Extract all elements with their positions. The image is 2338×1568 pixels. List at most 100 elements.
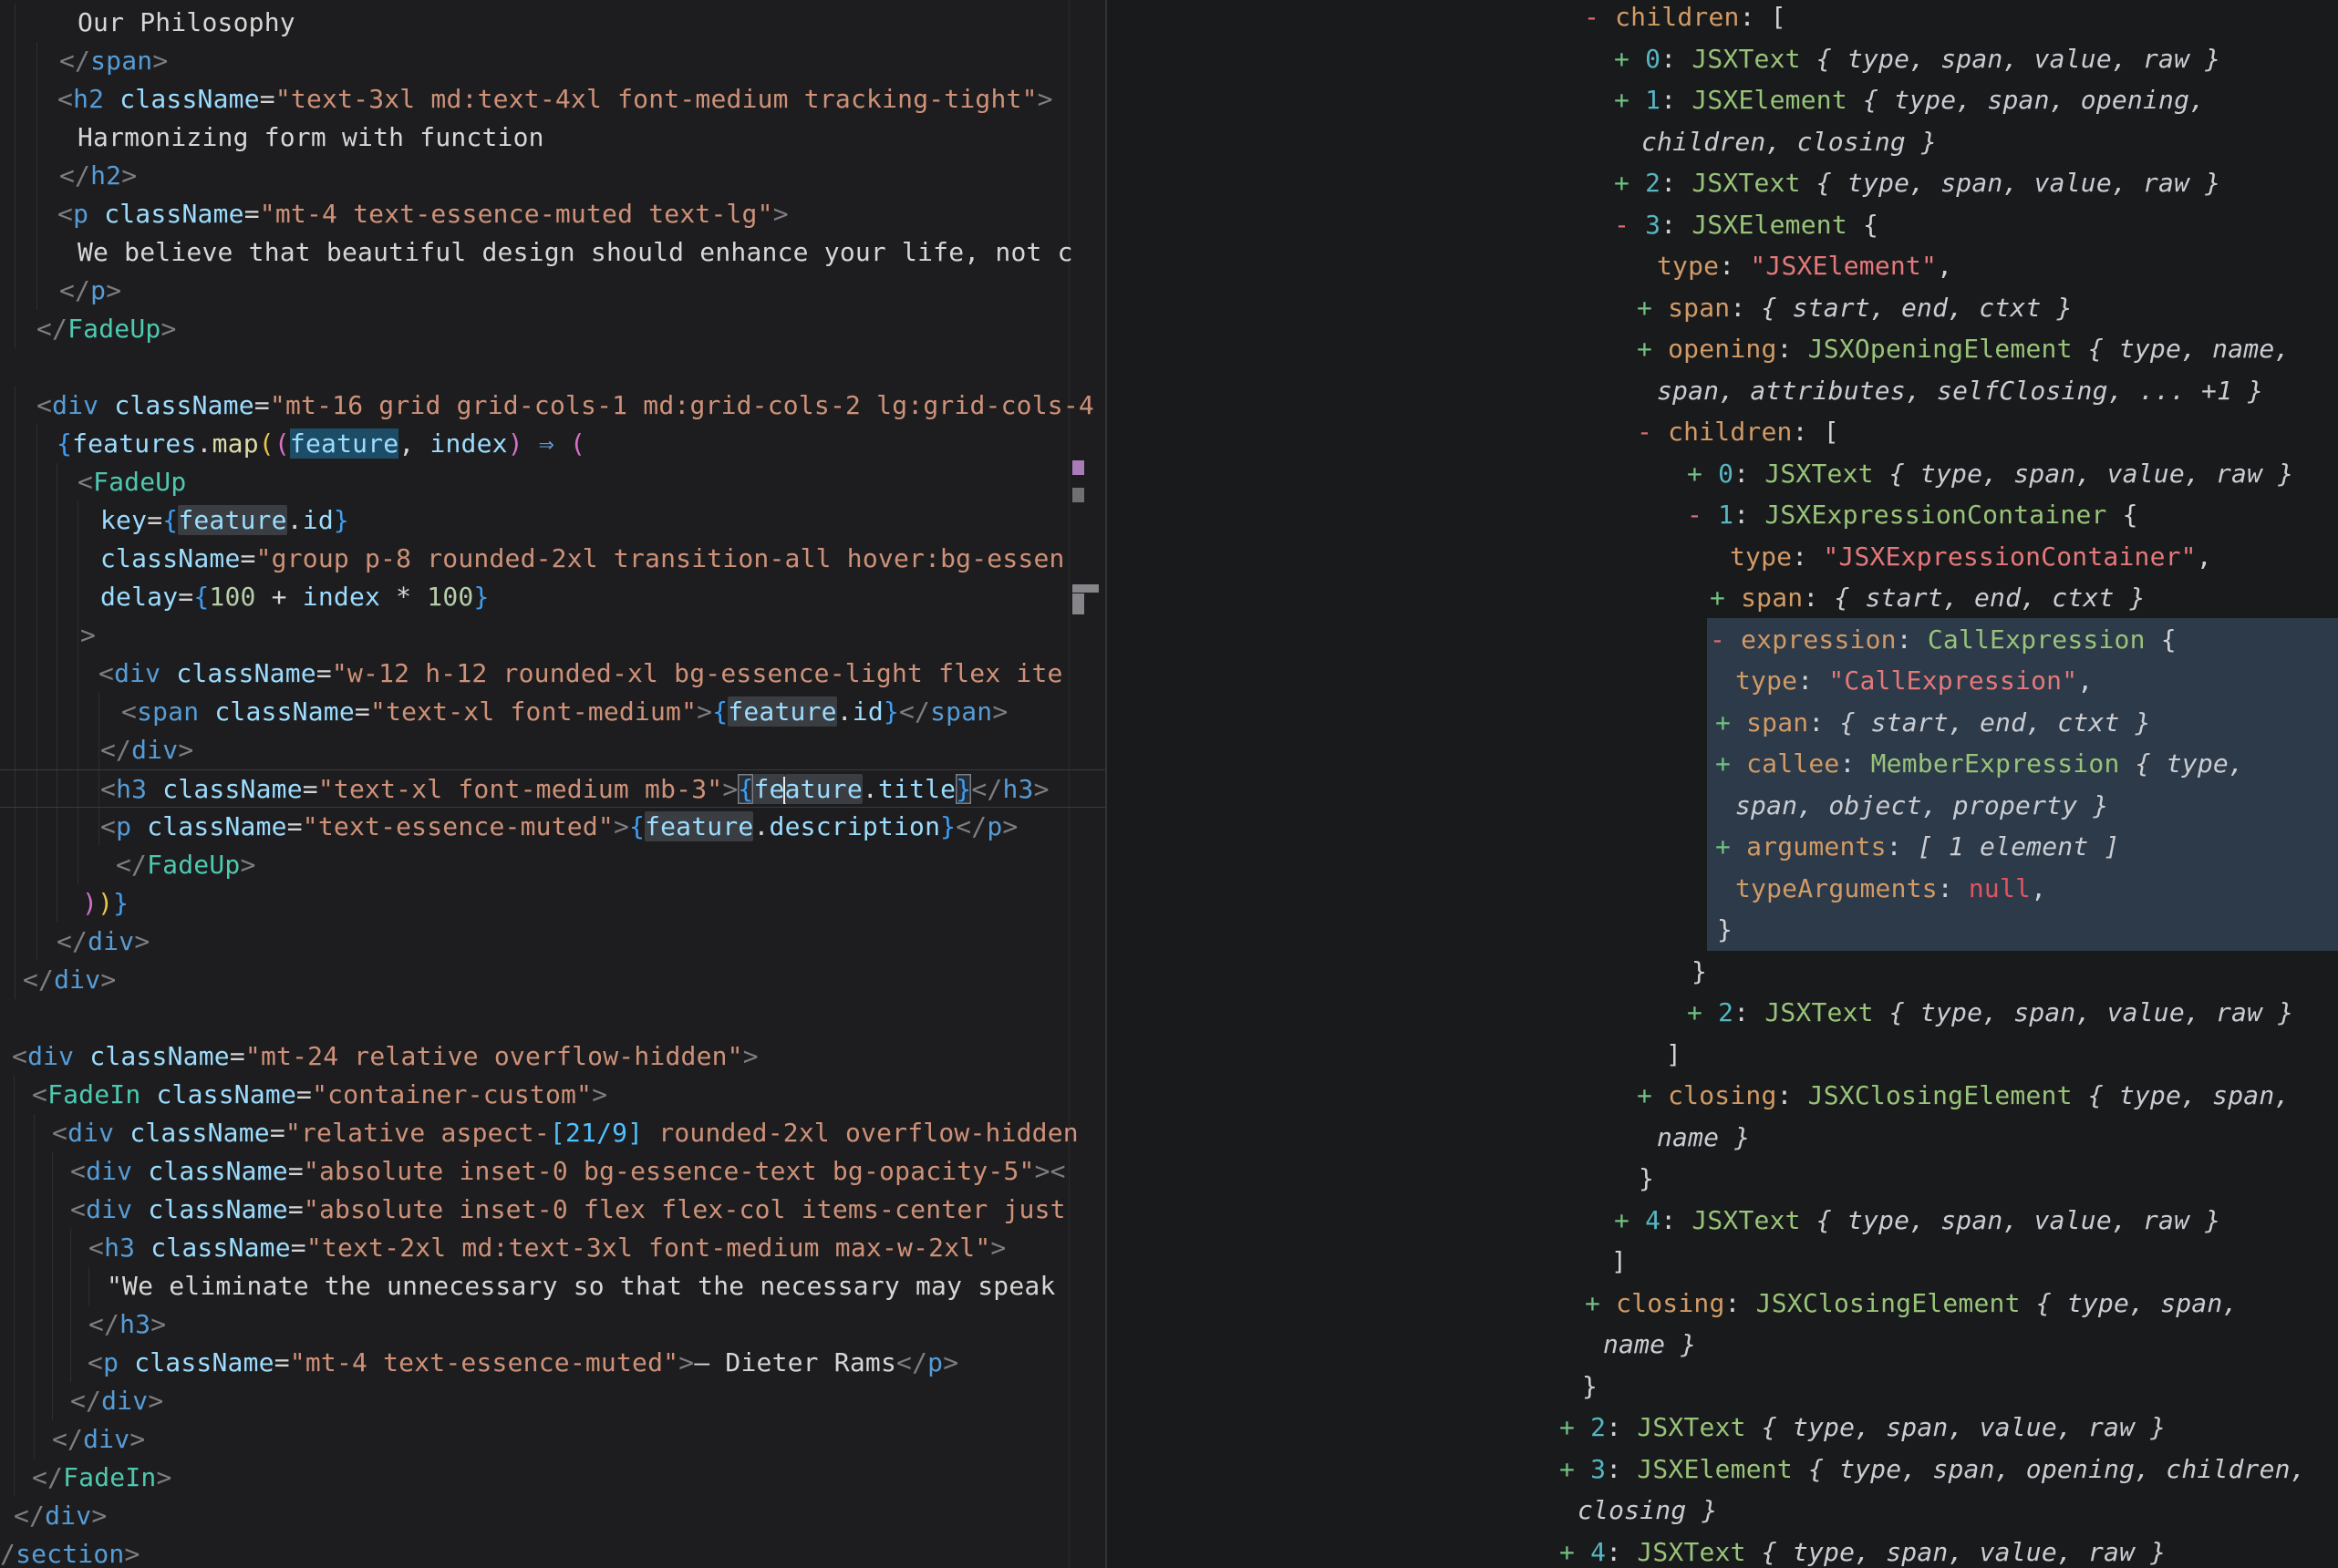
expand-node-icon[interactable]: + <box>1614 168 1645 198</box>
code-line[interactable]: <div className="mt-24 relative overflow-… <box>0 1037 1105 1076</box>
code-line[interactable]: <div className="absolute inset-0 flex fl… <box>0 1191 1105 1229</box>
scrollbar-decoration[interactable] <box>1072 460 1084 475</box>
ast-row[interactable]: + 0: JSXText { type, span, value, raw } <box>1107 38 2338 80</box>
ast-row[interactable]: + 4: JSXText { type, span, value, raw } <box>1107 1532 2338 1568</box>
code-line[interactable]: /section> <box>0 1535 1105 1568</box>
code-line[interactable]: Harmonizing form with function <box>0 119 1105 157</box>
code-line[interactable]: </FadeUp> <box>0 846 1105 884</box>
ast-row[interactable]: ] <box>1107 1241 2338 1283</box>
code-line[interactable]: <div className="absolute inset-0 bg-esse… <box>0 1152 1105 1191</box>
ast-row[interactable]: name } <box>1107 1117 2338 1159</box>
collapse-node-icon[interactable]: - <box>1710 624 1741 655</box>
expand-node-icon[interactable]: + <box>1715 748 1746 779</box>
expand-node-icon[interactable]: + <box>1687 459 1718 489</box>
code-line[interactable]: </span> <box>0 42 1105 80</box>
code-line[interactable]: <FadeIn className="container-custom"> <box>0 1076 1105 1114</box>
code-line[interactable]: </h3> <box>0 1305 1105 1344</box>
code-line[interactable]: </div> <box>0 923 1105 961</box>
ast-row[interactable]: - children: [ <box>1107 411 2338 453</box>
expand-node-icon[interactable]: + <box>1614 44 1645 74</box>
ast-row[interactable]: + callee: MemberExpression { type, <box>1107 743 2338 785</box>
expand-node-icon[interactable]: + <box>1614 1205 1645 1235</box>
ast-row[interactable]: typeArguments: null, <box>1107 868 2338 910</box>
expand-node-icon[interactable]: + <box>1715 831 1746 861</box>
ast-row[interactable]: + span: { start, end, ctxt } <box>1107 702 2338 744</box>
code-editor[interactable]: Our Philosophy</span><h2 className="text… <box>0 0 1105 1568</box>
scrollbar-decoration[interactable] <box>1072 584 1099 593</box>
ast-row[interactable]: children, closing } <box>1107 121 2338 163</box>
code-line[interactable]: <p className="mt-4 text-essence-muted">–… <box>0 1344 1105 1382</box>
ast-row[interactable]: ] <box>1107 1034 2338 1076</box>
ast-row[interactable]: + 0: JSXText { type, span, value, raw } <box>1107 453 2338 495</box>
ast-row[interactable]: - children: [ <box>1107 0 2338 38</box>
ast-row[interactable]: closing } <box>1107 1490 2338 1532</box>
scrollbar-decoration[interactable] <box>1072 488 1084 502</box>
ast-row[interactable]: + span: { start, end, ctxt } <box>1107 577 2338 619</box>
code-line-current[interactable]: <h3 className="text-xl font-medium mb-3"… <box>0 769 1105 808</box>
collapse-node-icon[interactable]: - <box>1584 2 1615 32</box>
code-line[interactable]: <div className="w-12 h-12 rounded-xl bg-… <box>0 655 1105 693</box>
ast-row[interactable]: + closing: JSXClosingElement { type, spa… <box>1107 1283 2338 1325</box>
ast-row[interactable]: + 4: JSXText { type, span, value, raw } <box>1107 1200 2338 1242</box>
ast-row[interactable]: } <box>1107 909 2338 951</box>
code-line[interactable]: <FadeUp <box>0 463 1105 501</box>
ast-row[interactable]: + 2: JSXText { type, span, value, raw } <box>1107 992 2338 1034</box>
code-line[interactable]: </div> <box>0 1420 1105 1459</box>
code-line[interactable]: We believe that beautiful design should … <box>0 233 1105 272</box>
code-line[interactable]: </FadeUp> <box>0 310 1105 348</box>
ast-row[interactable]: } <box>1107 1366 2338 1408</box>
ast-row[interactable]: + 1: JSXElement { type, span, opening, <box>1107 79 2338 121</box>
code-line[interactable]: Our Philosophy <box>0 4 1105 42</box>
ast-row[interactable]: + 3: JSXElement { type, span, opening, c… <box>1107 1449 2338 1491</box>
expand-node-icon[interactable]: + <box>1559 1537 1590 1567</box>
ast-row[interactable]: span, object, property } <box>1107 785 2338 827</box>
expand-node-icon[interactable]: + <box>1637 1080 1668 1110</box>
code-line[interactable]: </div> <box>0 961 1105 999</box>
code-line[interactable]: key={feature.id} <box>0 501 1105 540</box>
collapse-node-icon[interactable]: - <box>1687 500 1718 530</box>
code-line[interactable]: <p className="text-essence-muted">{featu… <box>0 808 1105 846</box>
ast-row[interactable]: + opening: JSXOpeningElement { type, nam… <box>1107 328 2338 370</box>
ast-row[interactable]: + span: { start, end, ctxt } <box>1107 287 2338 329</box>
panel-splitter[interactable] <box>1105 0 1107 1568</box>
ast-row[interactable]: type: "CallExpression", <box>1107 660 2338 702</box>
ast-row[interactable]: + 2: JSXText { type, span, value, raw } <box>1107 1407 2338 1449</box>
ast-row[interactable]: + closing: JSXClosingElement { type, spa… <box>1107 1075 2338 1117</box>
code-line[interactable]: > <box>0 616 1105 655</box>
ast-row[interactable]: type: "JSXExpressionContainer", <box>1107 536 2338 578</box>
ast-row[interactable]: - 1: JSXExpressionContainer { <box>1107 494 2338 536</box>
code-line[interactable]: </FadeIn> <box>0 1459 1105 1497</box>
code-line[interactable]: <h2 className="text-3xl md:text-4xl font… <box>0 80 1105 119</box>
code-line[interactable]: <p className="mt-4 text-essence-muted te… <box>0 195 1105 233</box>
ast-row[interactable]: type: "JSXElement", <box>1107 245 2338 287</box>
code-line[interactable]: <h3 className="text-2xl md:text-3xl font… <box>0 1229 1105 1267</box>
code-line[interactable]: </div> <box>0 1497 1105 1535</box>
ast-row[interactable]: span, attributes, selfClosing, ... +1 } <box>1107 370 2338 412</box>
ast-tree-panel[interactable]: - children: [+ 0: JSXText { type, span, … <box>1107 0 2338 1568</box>
ast-row[interactable]: name } <box>1107 1324 2338 1366</box>
expand-node-icon[interactable]: + <box>1715 707 1746 738</box>
code-line[interactable]: {features.map((feature, index) ⇒ ( <box>0 425 1105 463</box>
code-line[interactable]: delay={100 + index * 100} <box>0 578 1105 616</box>
expand-node-icon[interactable]: + <box>1687 997 1718 1027</box>
collapse-node-icon[interactable]: - <box>1637 417 1668 447</box>
code-line[interactable]: <div className="mt-16 grid grid-cols-1 m… <box>0 387 1105 425</box>
code-line[interactable]: </h2> <box>0 157 1105 195</box>
ast-row[interactable]: - expression: CallExpression { <box>1107 619 2338 661</box>
expand-node-icon[interactable]: + <box>1710 583 1741 613</box>
code-line[interactable]: </div> <box>0 1382 1105 1420</box>
expand-node-icon[interactable]: + <box>1637 334 1668 364</box>
expand-node-icon[interactable]: + <box>1559 1454 1590 1484</box>
code-line[interactable]: </p> <box>0 272 1105 310</box>
expand-node-icon[interactable]: + <box>1585 1288 1616 1318</box>
ast-row[interactable]: } <box>1107 951 2338 993</box>
code-line[interactable]: "We eliminate the unnecessary so that th… <box>0 1267 1105 1305</box>
collapse-node-icon[interactable]: - <box>1614 210 1645 240</box>
code-line[interactable]: className="group p-8 rounded-2xl transit… <box>0 540 1105 578</box>
ast-row[interactable]: } <box>1107 1158 2338 1200</box>
expand-node-icon[interactable]: + <box>1614 85 1645 115</box>
scrollbar-decoration[interactable] <box>1072 593 1084 614</box>
expand-node-icon[interactable]: + <box>1637 293 1668 323</box>
ast-row[interactable]: + arguments: [ 1 element ] <box>1107 826 2338 868</box>
code-line[interactable]: </div> <box>0 731 1105 769</box>
